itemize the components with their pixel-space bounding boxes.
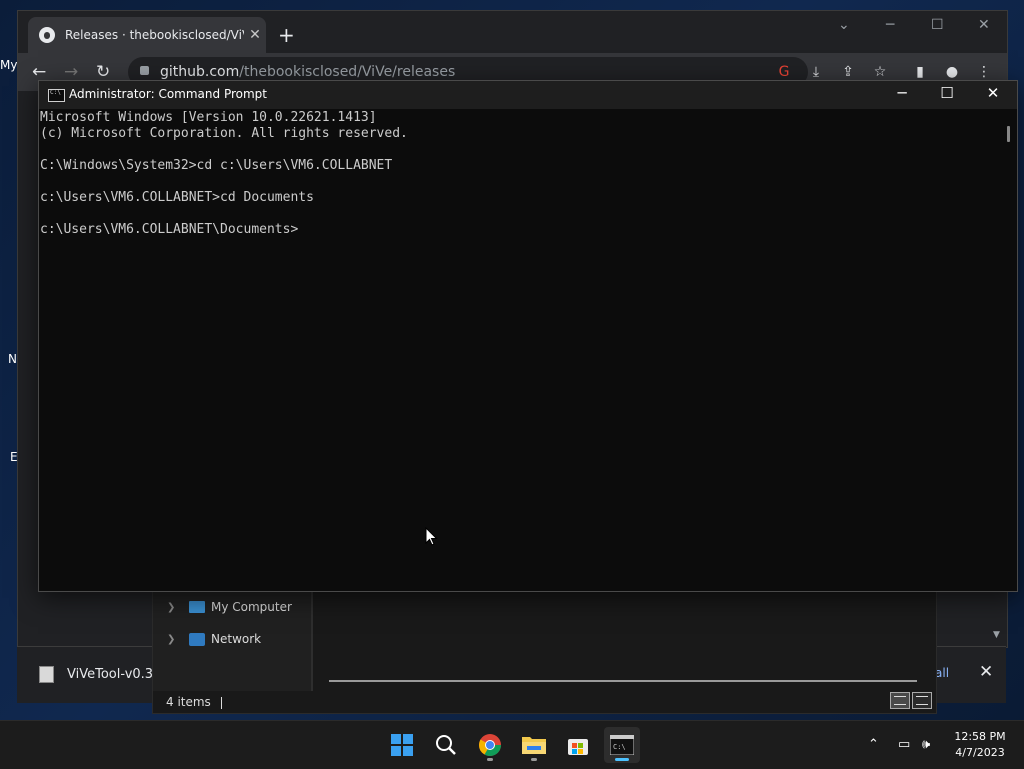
show-hidden-icons-icon[interactable]: ⌃ bbox=[868, 737, 879, 752]
forward-icon[interactable]: → bbox=[64, 62, 78, 82]
tab-bar: Releases · thebookisclosed/ViVe ✕ + ⌄ ─ … bbox=[18, 11, 1007, 53]
microsoft-store-icon bbox=[568, 739, 588, 755]
volume-icon[interactable]: 🕪 bbox=[922, 737, 930, 752]
network-icon bbox=[189, 632, 205, 646]
window-title: Administrator: Command Prompt bbox=[69, 87, 267, 101]
console-scrollbar[interactable] bbox=[1000, 110, 1017, 591]
running-indicator bbox=[531, 758, 537, 761]
running-indicator bbox=[487, 758, 493, 761]
active-indicator bbox=[615, 758, 629, 761]
svg-text:C:\: C:\ bbox=[613, 743, 626, 751]
page-scrollbar[interactable]: ▼ bbox=[989, 590, 1006, 646]
menu-icon[interactable]: ⋮ bbox=[976, 64, 992, 80]
horizontal-scrollbar[interactable] bbox=[329, 680, 917, 682]
item-count: 4 items bbox=[166, 695, 211, 709]
share-icon[interactable]: ⇪ bbox=[840, 64, 856, 80]
chevron-right-icon[interactable]: ❯ bbox=[167, 602, 179, 613]
console-output[interactable]: Microsoft Windows [Version 10.0.22621.14… bbox=[40, 110, 999, 591]
side-panel-icon[interactable]: ▮ bbox=[912, 64, 928, 80]
zip-file-icon bbox=[39, 666, 54, 683]
chrome-icon bbox=[479, 734, 501, 756]
terminal-taskbar-button[interactable]: C:\ bbox=[604, 727, 640, 763]
command-prompt-window: Administrator: Command Prompt ─ ☐ ✕ Micr… bbox=[38, 80, 1018, 592]
computer-icon bbox=[189, 601, 205, 613]
new-tab-button[interactable]: + bbox=[278, 23, 295, 47]
details-view-button[interactable] bbox=[890, 692, 910, 709]
nav-item-label: Network bbox=[211, 632, 262, 646]
terminal-icon: C:\ bbox=[610, 735, 634, 755]
scrollbar-thumb[interactable] bbox=[1007, 126, 1010, 142]
file-explorer-window: ❯ My Computer ❯ Network 4 items bbox=[152, 590, 937, 714]
download-bar-close-icon[interactable]: ✕ bbox=[979, 662, 993, 682]
download-filename[interactable]: ViVeTool-v0.3.3 bbox=[67, 667, 165, 682]
clock-time: 12:58 PM bbox=[954, 730, 1006, 743]
google-icon[interactable]: G bbox=[776, 64, 792, 80]
nav-item-network[interactable]: ❯ Network bbox=[167, 629, 261, 649]
cmd-app-icon bbox=[48, 89, 65, 102]
file-explorer-icon bbox=[522, 737, 546, 754]
mouse-cursor-icon bbox=[425, 526, 439, 547]
minimize-button[interactable]: ─ bbox=[879, 84, 925, 102]
chevron-right-icon[interactable]: ❯ bbox=[167, 634, 179, 645]
chrome-taskbar-button[interactable] bbox=[472, 727, 508, 763]
reload-icon[interactable]: ↻ bbox=[96, 62, 110, 82]
store-taskbar-button[interactable] bbox=[560, 727, 596, 763]
tiles-view-button[interactable] bbox=[912, 692, 932, 709]
tab-search-icon[interactable]: ⌄ bbox=[838, 17, 850, 33]
navigation-pane: ❯ My Computer ❯ Network bbox=[153, 591, 311, 691]
minimize-icon[interactable]: ─ bbox=[886, 17, 894, 33]
maximize-button[interactable]: ☐ bbox=[924, 84, 970, 102]
scroll-down-icon[interactable]: ▼ bbox=[993, 630, 1000, 640]
start-button[interactable] bbox=[384, 727, 420, 763]
close-button[interactable]: ✕ bbox=[970, 84, 1016, 102]
status-bar: 4 items bbox=[166, 695, 222, 709]
nav-item-my-computer[interactable]: ❯ My Computer bbox=[167, 597, 292, 617]
desktop-label-fragment: My bbox=[0, 58, 18, 72]
maximize-icon[interactable]: ☐ bbox=[931, 17, 944, 33]
bookmark-star-icon[interactable]: ☆ bbox=[872, 64, 888, 80]
search-button[interactable] bbox=[428, 727, 464, 763]
tab-title: Releases · thebookisclosed/ViVe bbox=[65, 28, 244, 42]
file-explorer-taskbar-button[interactable] bbox=[516, 727, 552, 763]
tab-releases[interactable]: Releases · thebookisclosed/ViVe ✕ bbox=[28, 17, 266, 53]
install-icon[interactable]: ⤓ bbox=[808, 64, 824, 80]
tab-close-icon[interactable]: ✕ bbox=[244, 27, 266, 43]
profile-icon[interactable]: ● bbox=[944, 64, 960, 80]
search-icon bbox=[436, 735, 456, 755]
taskbar: C:\ ⌃ ▭ 🕪 12:58 PM 4/7/2023 bbox=[0, 720, 1024, 769]
github-icon bbox=[39, 27, 55, 43]
lock-icon bbox=[140, 66, 149, 75]
system-clock[interactable]: 12:58 PM 4/7/2023 bbox=[948, 729, 1012, 761]
show-all-link[interactable]: all bbox=[935, 666, 949, 680]
start-icon bbox=[391, 734, 413, 756]
network-icon[interactable]: ▭ bbox=[898, 737, 910, 752]
clock-date: 4/7/2023 bbox=[955, 746, 1005, 759]
cmd-title-bar[interactable]: Administrator: Command Prompt ─ ☐ ✕ bbox=[39, 81, 1017, 109]
nav-item-label: My Computer bbox=[211, 600, 292, 614]
pane-divider[interactable] bbox=[311, 591, 313, 691]
close-icon[interactable]: ✕ bbox=[978, 17, 990, 33]
back-icon[interactable]: ← bbox=[32, 62, 46, 82]
